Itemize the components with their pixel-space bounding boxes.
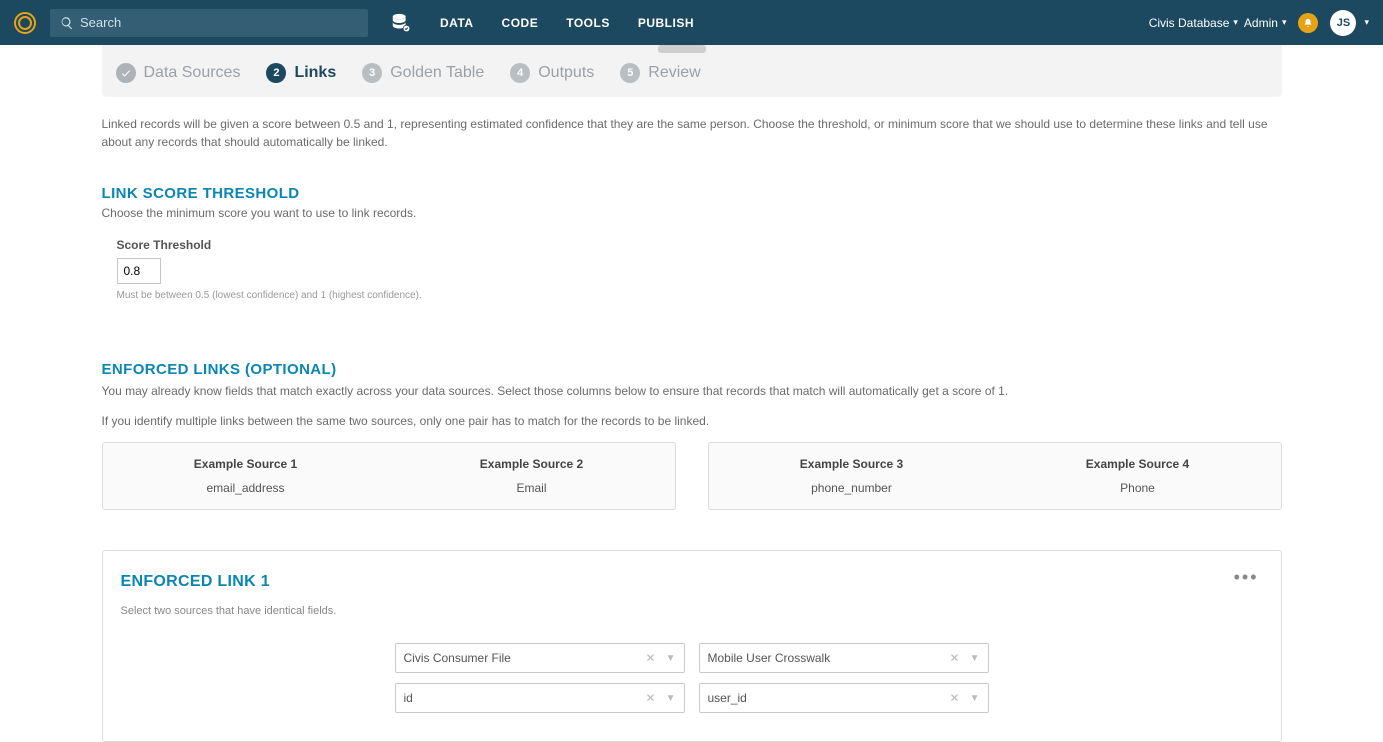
step-number: 3 (362, 63, 382, 83)
progress-indicator (658, 45, 706, 53)
threshold-section-title: LINK SCORE THRESHOLD (102, 185, 1282, 202)
clear-icon[interactable]: ✕ (646, 651, 656, 665)
chevron-down-icon[interactable]: ▾ (1364, 17, 1369, 28)
select-value: id (404, 691, 646, 705)
score-threshold-input[interactable] (117, 258, 161, 284)
nav-data[interactable]: DATA (426, 16, 488, 30)
admin-menu[interactable]: Admin ▾ (1244, 16, 1287, 30)
chevron-down-icon: ▼ (666, 653, 676, 664)
wizard-stepper: Data Sources 2 Links 3 Golden Table 4 Ou… (102, 45, 1282, 97)
chevron-down-icon: ▼ (970, 653, 980, 664)
chevron-down-icon: ▾ (1282, 17, 1287, 28)
enforced-link-sub: Select two sources that have identical f… (121, 605, 1263, 617)
search-input[interactable] (80, 9, 368, 37)
example-value: Phone (995, 481, 1281, 495)
step-outputs[interactable]: 4 Outputs (510, 63, 594, 83)
bell-icon (1303, 18, 1313, 28)
enforced-section-title: ENFORCED LINKS (OPTIONAL) (102, 361, 1282, 378)
nav-publish[interactable]: PUBLISH (624, 16, 708, 30)
example-header: Example Source 1 (103, 457, 389, 471)
example-header: Example Source 4 (995, 457, 1281, 471)
top-nav: DATA CODE TOOLS PUBLISH Civis Database ▾… (0, 0, 1383, 45)
threshold-section-sub: Choose the minimum score you want to use… (102, 206, 1282, 220)
source-b-select[interactable]: Mobile User Crosswalk ✕ ▼ (699, 643, 989, 673)
database-name: Civis Database (1149, 16, 1230, 30)
step-links[interactable]: 2 Links (266, 63, 336, 83)
topbar-right: Civis Database ▾ Admin ▾ JS ▾ (1149, 10, 1369, 36)
step-label: Golden Table (390, 64, 484, 82)
clear-icon[interactable]: ✕ (950, 691, 960, 705)
examples-row: Example Source 1 email_address Example S… (102, 442, 1282, 510)
field-a-select[interactable]: id ✕ ▼ (395, 683, 685, 713)
nav-tools[interactable]: TOOLS (552, 16, 624, 30)
avatar-initials: JS (1337, 17, 1350, 29)
example-header: Example Source 2 (389, 457, 675, 471)
step-number: 4 (510, 63, 530, 83)
step-data-sources[interactable]: Data Sources (116, 63, 241, 83)
step-label: Links (294, 64, 336, 82)
database-switcher[interactable]: Civis Database ▾ (1149, 16, 1238, 30)
clear-icon[interactable]: ✕ (646, 691, 656, 705)
nav-code[interactable]: CODE (488, 16, 553, 30)
search-icon (60, 16, 74, 30)
step-label: Review (648, 64, 700, 82)
select-value: user_id (708, 691, 950, 705)
step-review[interactable]: 5 Review (620, 63, 700, 83)
source-a-select[interactable]: Civis Consumer File ✕ ▼ (395, 643, 685, 673)
example-value: email_address (103, 481, 389, 495)
global-search[interactable] (50, 9, 368, 37)
step-number: 5 (620, 63, 640, 83)
step-golden-table[interactable]: 3 Golden Table (362, 63, 484, 83)
step-number: 2 (266, 63, 286, 83)
select-value: Civis Consumer File (404, 651, 646, 665)
chevron-down-icon: ▼ (970, 693, 980, 704)
example-box-left: Example Source 1 email_address Example S… (102, 442, 676, 510)
score-threshold-help: Must be between 0.5 (lowest confidence) … (117, 290, 1282, 301)
primary-nav: DATA CODE TOOLS PUBLISH (426, 16, 708, 30)
score-threshold-label: Score Threshold (117, 238, 1282, 252)
chevron-down-icon: ▾ (1233, 17, 1238, 28)
example-value: phone_number (709, 481, 995, 495)
user-avatar[interactable]: JS (1330, 10, 1356, 36)
enforced-link-title: ENFORCED LINK 1 (121, 573, 1263, 591)
brand-logo-icon[interactable] (14, 12, 36, 34)
example-header: Example Source 3 (709, 457, 995, 471)
notifications-button[interactable] (1298, 13, 1318, 33)
chevron-down-icon: ▼ (666, 693, 676, 704)
example-box-right: Example Source 3 phone_number Example So… (708, 442, 1282, 510)
enforced-para-2: If you identify multiple links between t… (102, 412, 1282, 430)
database-icon[interactable] (388, 10, 414, 36)
admin-label: Admin (1244, 16, 1278, 30)
check-icon (116, 63, 136, 83)
step-label: Outputs (538, 64, 594, 82)
enforced-para-1: You may already know fields that match e… (102, 382, 1282, 400)
intro-text: Linked records will be given a score bet… (102, 115, 1282, 151)
step-label: Data Sources (144, 64, 241, 82)
example-value: Email (389, 481, 675, 495)
clear-icon[interactable]: ✕ (950, 651, 960, 665)
field-b-select[interactable]: user_id ✕ ▼ (699, 683, 989, 713)
enforced-link-panel: ENFORCED LINK 1 ••• Select two sources t… (102, 550, 1282, 742)
select-value: Mobile User Crosswalk (708, 651, 950, 665)
